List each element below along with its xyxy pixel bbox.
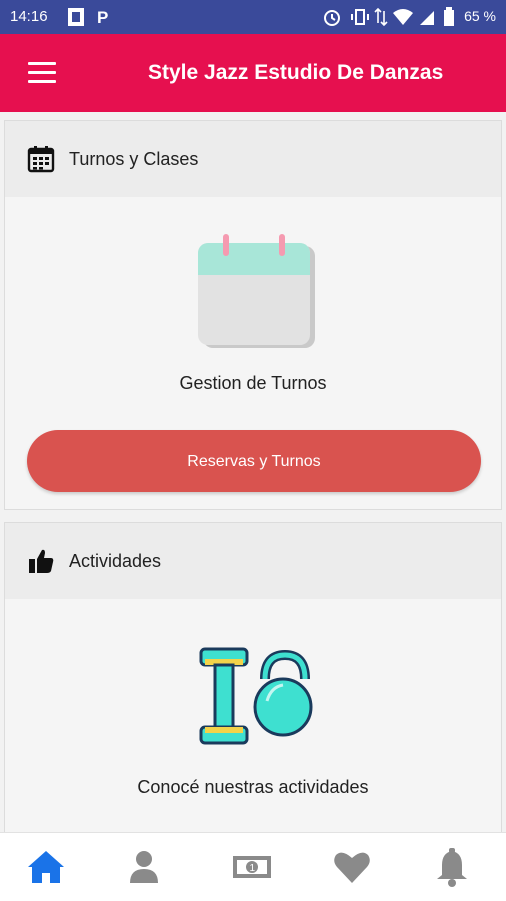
battery-percent: 65 % xyxy=(464,8,496,24)
hamburger-menu-icon[interactable] xyxy=(28,62,56,84)
actividades-caption: Conocé nuestras actividades xyxy=(137,777,369,797)
dumbbell-kettlebell-illustration xyxy=(199,647,313,745)
parking-icon: P xyxy=(97,8,108,27)
actividades-card-title: Actividades xyxy=(69,551,162,571)
status-time: 14:16 xyxy=(10,8,48,25)
turnos-card: Turnos y Clases Gestion de Turnos Reserv… xyxy=(4,120,502,510)
money-icon[interactable]: 1 xyxy=(232,847,272,887)
app-title: Style Jazz Estudio De Danzas xyxy=(148,61,444,84)
sim-card-icon xyxy=(68,8,84,26)
wifi-icon xyxy=(393,9,413,25)
calendar-icon xyxy=(27,146,55,173)
bottom-navigation: 1 xyxy=(0,832,506,901)
heart-icon[interactable] xyxy=(332,847,372,887)
turnos-caption: Gestion de Turnos xyxy=(179,373,327,393)
actividades-card-header: Actividades xyxy=(5,523,501,599)
svg-text:P: P xyxy=(97,8,108,27)
user-icon[interactable] xyxy=(124,847,164,887)
vibrate-icon xyxy=(351,9,369,25)
thumbs-up-icon xyxy=(29,549,54,573)
turnos-card-title: Turnos y Clases xyxy=(69,149,199,169)
svg-text:1: 1 xyxy=(250,863,256,874)
home-icon[interactable] xyxy=(26,847,66,887)
battery-icon xyxy=(444,7,454,26)
signal-icon xyxy=(420,11,434,25)
app-bar: Style Jazz Estudio De Danzas xyxy=(0,34,506,112)
status-bar: 14:16 P 65 % xyxy=(0,0,506,34)
turnos-card-header: Turnos y Clases xyxy=(5,121,501,197)
reservas-button[interactable]: Reservas y Turnos xyxy=(27,430,481,492)
actividades-card: Actividades Conocé nuestras actividades xyxy=(4,522,502,842)
data-arrows-icon xyxy=(374,7,388,27)
alarm-icon xyxy=(324,10,340,26)
calendar-illustration xyxy=(198,234,315,348)
bell-icon[interactable] xyxy=(432,847,472,887)
